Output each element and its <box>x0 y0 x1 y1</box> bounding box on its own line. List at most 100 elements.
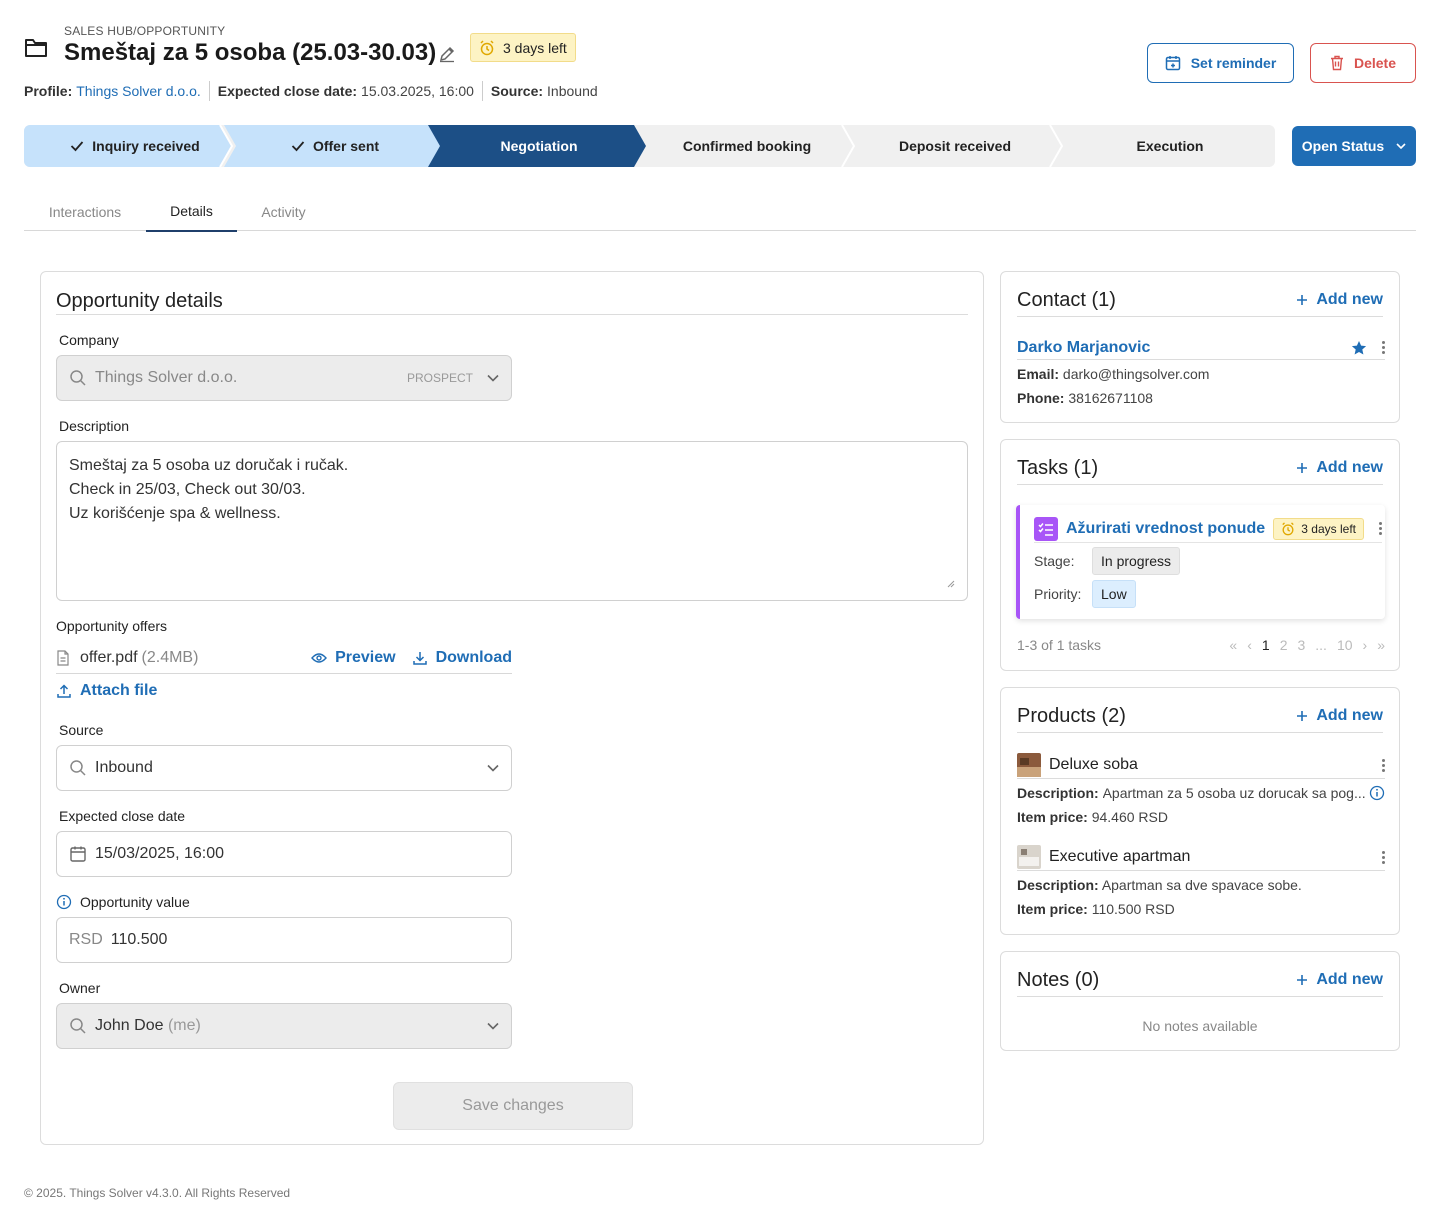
breadcrumb[interactable]: SALES HUB/OPPORTUNITY <box>64 24 225 38</box>
first-page-icon[interactable]: « <box>1229 637 1237 653</box>
set-reminder-label: Set reminder <box>1190 55 1277 71</box>
task-item[interactable]: Ažurirati vrednost ponude 3 days left St… <box>1016 505 1385 619</box>
profile-link[interactable]: Things Solver d.o.o. <box>76 83 201 99</box>
prev-page-icon[interactable]: ‹ <box>1247 637 1252 653</box>
owner-suffix: (me) <box>167 1017 201 1034</box>
tab-details[interactable]: Details <box>146 192 237 232</box>
description-label: Description: <box>1017 785 1099 801</box>
tab-activity[interactable]: Activity <box>237 192 330 231</box>
add-note-button[interactable]: Add new <box>1296 971 1383 989</box>
days-left-badge: 3 days left <box>470 33 576 62</box>
tasks-title: Tasks (1) <box>1017 456 1099 479</box>
product-description: Description: Apartman sa dve spavace sob… <box>1017 877 1302 893</box>
info-icon[interactable] <box>56 894 72 910</box>
products-title: Products (2) <box>1017 704 1126 727</box>
page-2[interactable]: 2 <box>1280 637 1288 653</box>
priority-chip: Low <box>1092 580 1136 608</box>
contact-name-link[interactable]: Darko Marjanovic <box>1017 339 1150 357</box>
price-value: 94.460 RSD <box>1091 809 1168 825</box>
opportunity-details-card: Opportunity details Company Things Solve… <box>40 271 984 1145</box>
stage-deposit-received[interactable]: Deposit received <box>844 125 1066 167</box>
opportunity-value-input[interactable]: RSD 110.500 <box>56 917 512 963</box>
product-row: Deluxe soba <box>1017 752 1385 779</box>
trash-icon <box>1330 55 1344 71</box>
stage-confirmed-booking[interactable]: Confirmed booking <box>636 125 858 167</box>
email-label: Email: <box>1017 366 1060 382</box>
product-price: Item price: 110.500 RSD <box>1017 901 1175 917</box>
plus-icon <box>1296 974 1308 986</box>
plus-icon <box>1296 462 1308 474</box>
add-task-button[interactable]: Add new <box>1296 459 1383 477</box>
calendar-icon <box>69 845 87 863</box>
source-select[interactable]: Inbound <box>56 745 512 791</box>
download-button[interactable]: Download <box>412 649 512 667</box>
stage-offer-sent[interactable]: Offer sent <box>224 125 446 167</box>
info-icon[interactable] <box>1369 785 1385 801</box>
price-label: Item price: <box>1017 809 1088 825</box>
company-select[interactable]: Things Solver d.o.o. PROSPECT <box>56 355 512 401</box>
alarm-icon <box>1281 521 1295 536</box>
set-reminder-button[interactable]: Set reminder <box>1147 43 1294 83</box>
card-title: Opportunity details <box>56 290 223 312</box>
priority-label: Priority: <box>1034 586 1082 602</box>
chevron-down-icon <box>487 764 499 772</box>
stage-label: Inquiry received <box>92 138 200 154</box>
product-price: Item price: 94.460 RSD <box>1017 809 1168 825</box>
stage-negotiation[interactable]: Negotiation <box>428 125 650 167</box>
star-icon[interactable] <box>1351 340 1367 356</box>
product-name[interactable]: Deluxe soba <box>1049 756 1381 774</box>
preview-label: Preview <box>335 648 396 666</box>
description-textarea[interactable]: Smeštaj za 5 osoba uz doručak i ručak. C… <box>56 441 968 601</box>
empty-notes-text: No notes available <box>1142 1018 1258 1034</box>
open-status-button[interactable]: Open Status <box>1292 126 1416 166</box>
company-label: Company <box>59 332 119 348</box>
alarm-icon <box>479 39 495 56</box>
product-row: Executive apartman <box>1017 844 1385 871</box>
search-icon <box>69 1017 87 1035</box>
add-new-label: Add new <box>1316 291 1383 308</box>
preview-button[interactable]: Preview <box>311 648 396 667</box>
product-thumbnail <box>1017 845 1041 869</box>
page-3[interactable]: 3 <box>1297 637 1305 653</box>
more-options-icon[interactable] <box>1381 758 1385 772</box>
product-description: Description: Apartman za 5 osoba uz doru… <box>1017 785 1385 801</box>
chevron-down-icon <box>1396 143 1406 149</box>
tab-interactions[interactable]: Interactions <box>24 192 146 231</box>
owner-select[interactable]: John Doe (me) <box>56 1003 512 1049</box>
notes-card: Notes (0) Add new No notes available <box>1000 951 1400 1051</box>
save-changes-button[interactable]: Save changes <box>393 1082 633 1130</box>
page-ellipsis: ... <box>1315 637 1327 653</box>
more-options-icon[interactable] <box>1381 850 1385 864</box>
add-product-button[interactable]: Add new <box>1296 707 1383 725</box>
contact-row: Darko Marjanovic <box>1017 336 1385 360</box>
close-date-value: 15.03.2025, 16:00 <box>361 83 474 99</box>
last-page-icon[interactable]: » <box>1377 637 1385 653</box>
stage-label: Deposit received <box>898 138 1012 154</box>
header-meta: Profile: Things Solver d.o.o. Expected c… <box>24 81 598 101</box>
stage-execution[interactable]: Execution <box>1054 125 1275 167</box>
more-options-icon[interactable] <box>1381 341 1385 354</box>
close-date-input[interactable]: 15/03/2025, 16:00 <box>56 831 512 877</box>
more-options-icon[interactable] <box>1378 522 1382 535</box>
attach-file-label: Attach file <box>80 682 158 699</box>
days-left-text: 3 days left <box>503 39 567 56</box>
product-name[interactable]: Executive apartman <box>1049 848 1381 866</box>
check-icon <box>70 140 84 152</box>
page-1[interactable]: 1 <box>1262 637 1270 653</box>
next-page-icon[interactable]: › <box>1363 637 1368 653</box>
description-label: Description: <box>1017 877 1099 893</box>
prospect-tag: PROSPECT <box>406 371 473 385</box>
price-label: Item price: <box>1017 901 1088 917</box>
stage-label: Negotiation <box>500 138 578 154</box>
add-contact-button[interactable]: Add new <box>1296 291 1383 309</box>
page-10[interactable]: 10 <box>1337 637 1353 653</box>
stage-inquiry-received[interactable]: Inquiry received <box>24 125 246 167</box>
tab-bar: Interactions Details Activity <box>24 192 1416 232</box>
delete-button[interactable]: Delete <box>1310 43 1416 83</box>
profile-label: Profile: <box>24 83 73 99</box>
offer-file-name[interactable]: offer.pdf <box>80 649 138 667</box>
edit-icon[interactable] <box>438 45 456 63</box>
resize-handle-icon[interactable] <box>947 580 955 588</box>
task-name-link[interactable]: Ažurirati vrednost ponude <box>1066 520 1273 538</box>
attach-file-button[interactable]: Attach file <box>56 682 157 700</box>
